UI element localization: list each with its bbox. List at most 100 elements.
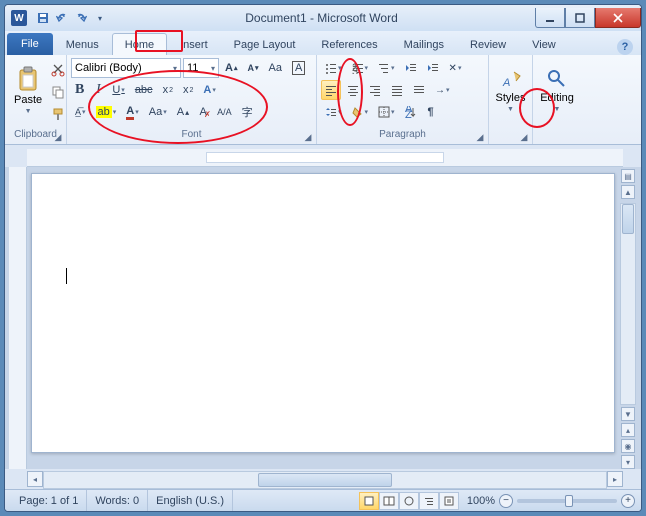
tab-view[interactable]: View bbox=[519, 33, 569, 55]
subscript-button[interactable]: x2 bbox=[159, 80, 177, 100]
zoom-in-button[interactable]: + bbox=[621, 494, 635, 508]
scroll-thumb[interactable] bbox=[622, 204, 634, 234]
italic-button[interactable]: I bbox=[90, 80, 106, 100]
vertical-scrollbar[interactable] bbox=[620, 203, 636, 405]
hscroll-right-button[interactable]: ▸ bbox=[607, 471, 623, 487]
font-family-combo[interactable]: Calibri (Body)▾ bbox=[71, 58, 181, 78]
full-screen-view-button[interactable] bbox=[379, 492, 399, 510]
multilevel-button[interactable]: ▾ bbox=[374, 58, 399, 78]
format-painter-button[interactable] bbox=[47, 104, 69, 124]
scroll-up-button[interactable]: ▲ bbox=[621, 185, 635, 199]
font-launcher[interactable]: ◢ bbox=[302, 131, 314, 143]
qat-more-icon[interactable]: ▾ bbox=[92, 10, 108, 26]
tab-references[interactable]: References bbox=[308, 33, 390, 55]
clear-format-button[interactable]: A✗ bbox=[195, 102, 211, 122]
hscroll-thumb[interactable] bbox=[258, 473, 393, 487]
page[interactable] bbox=[31, 173, 615, 453]
draft-view-button[interactable] bbox=[439, 492, 459, 510]
tab-home[interactable]: Home bbox=[112, 33, 167, 55]
text-effects-button[interactable]: A▾ bbox=[199, 80, 219, 100]
save-icon[interactable] bbox=[35, 10, 51, 26]
decrease-indent-button[interactable] bbox=[401, 58, 421, 78]
numbering-button[interactable]: 123▾ bbox=[348, 58, 373, 78]
increase-indent-button[interactable] bbox=[423, 58, 443, 78]
tabs-button[interactable]: →▾ bbox=[431, 80, 454, 100]
borders-button[interactable]: ▾ bbox=[374, 102, 399, 122]
tab-menus[interactable]: Menus bbox=[53, 33, 112, 55]
zoom-controls: 100% − + bbox=[467, 494, 635, 508]
web-layout-view-button[interactable] bbox=[399, 492, 419, 510]
next-page-button[interactable]: ▾ bbox=[621, 455, 635, 469]
zoom-level[interactable]: 100% bbox=[467, 495, 495, 507]
distribute-button[interactable] bbox=[409, 80, 429, 100]
ruler-toggle-button[interactable]: ▤ bbox=[621, 169, 635, 183]
prev-page-button[interactable]: ▴ bbox=[621, 423, 635, 437]
minimize-button[interactable] bbox=[535, 8, 565, 28]
print-layout-view-button[interactable] bbox=[359, 492, 379, 510]
bold-button[interactable]: B bbox=[71, 80, 88, 100]
zoom-slider[interactable] bbox=[517, 499, 617, 503]
align-right-button[interactable] bbox=[365, 80, 385, 100]
scroll-down-button[interactable]: ▼ bbox=[621, 407, 635, 421]
hscroll-left-button[interactable]: ◂ bbox=[27, 471, 43, 487]
shrink-font-button[interactable]: A▾ bbox=[243, 58, 262, 78]
strike-button[interactable]: abc bbox=[131, 80, 157, 100]
horizontal-scrollbar[interactable] bbox=[43, 471, 607, 489]
vertical-ruler[interactable] bbox=[9, 167, 27, 469]
grow-font-button[interactable]: A▴ bbox=[221, 58, 241, 78]
tab-page-layout[interactable]: Page Layout bbox=[221, 33, 309, 55]
line-spacing-button[interactable]: ▾ bbox=[321, 102, 346, 122]
status-language[interactable]: English (U.S.) bbox=[148, 490, 233, 511]
tab-insert[interactable]: Insert bbox=[167, 33, 221, 55]
group-font: Calibri (Body)▾ 11▾ A▴ A▾ Aa A B I U▾ ab… bbox=[67, 55, 317, 144]
justify-icon bbox=[391, 84, 403, 96]
page-viewport[interactable] bbox=[27, 167, 619, 469]
undo-icon[interactable] bbox=[54, 10, 70, 26]
clipboard-launcher[interactable]: ◢ bbox=[52, 131, 64, 143]
underline-button[interactable]: U▾ bbox=[108, 80, 128, 100]
zoom-slider-thumb[interactable] bbox=[565, 495, 573, 507]
editing-button[interactable]: Editing ▼ bbox=[537, 57, 577, 123]
bullets-button[interactable]: ▾ bbox=[321, 58, 346, 78]
outline-view-button[interactable] bbox=[419, 492, 439, 510]
tab-review[interactable]: Review bbox=[457, 33, 519, 55]
status-words[interactable]: Words: 0 bbox=[87, 490, 148, 511]
redo-icon[interactable] bbox=[73, 10, 89, 26]
copy-button[interactable] bbox=[47, 82, 69, 102]
change-case-button[interactable]: Aa bbox=[264, 58, 285, 78]
align-left-button[interactable] bbox=[321, 80, 341, 100]
styles-button[interactable]: A Styles ▼ bbox=[493, 57, 528, 123]
show-hide-button[interactable]: ¶ bbox=[423, 102, 439, 122]
app-icon: W bbox=[11, 10, 27, 26]
group-label-editing bbox=[537, 129, 577, 144]
superscript-button[interactable]: x2 bbox=[179, 80, 197, 100]
highlight-button[interactable]: ab▾ bbox=[92, 102, 121, 122]
align-center-button[interactable] bbox=[343, 80, 363, 100]
font-color-button[interactable]: A▾ bbox=[122, 102, 142, 122]
char-shading-button[interactable]: Aa▾ bbox=[145, 102, 171, 122]
justify-button[interactable] bbox=[387, 80, 407, 100]
sort-button[interactable]: AZ bbox=[401, 102, 421, 122]
paragraph-launcher[interactable]: ◢ bbox=[474, 131, 486, 143]
phonetic-guide-button[interactable]: A̲̅▾ bbox=[71, 102, 90, 122]
shading-button[interactable]: ▾ bbox=[348, 102, 373, 122]
tab-file[interactable]: File bbox=[7, 33, 53, 55]
close-button[interactable] bbox=[595, 8, 641, 28]
paste-button[interactable]: Paste ▼ bbox=[9, 57, 47, 123]
tab-mailings[interactable]: Mailings bbox=[391, 33, 457, 55]
help-icon[interactable]: ? bbox=[617, 39, 633, 55]
font-size-combo[interactable]: 11▾ bbox=[183, 58, 219, 78]
browse-object-button[interactable]: ◉ bbox=[621, 439, 635, 453]
char-scaling-button[interactable]: A/A bbox=[213, 102, 236, 122]
char-emphasis-button[interactable]: 字 bbox=[238, 102, 257, 122]
status-page[interactable]: Page: 1 of 1 bbox=[11, 490, 87, 511]
find-icon bbox=[546, 68, 568, 90]
maximize-button[interactable] bbox=[565, 8, 595, 28]
horizontal-ruler[interactable] bbox=[27, 149, 623, 167]
styles-launcher[interactable]: ◢ bbox=[518, 131, 530, 143]
enclose-button[interactable]: A▴ bbox=[173, 102, 193, 122]
zoom-out-button[interactable]: − bbox=[499, 494, 513, 508]
cut-button[interactable] bbox=[47, 60, 69, 80]
char-border-button[interactable]: A bbox=[288, 58, 309, 78]
asian-layout-button[interactable]: ✕▾ bbox=[445, 58, 466, 78]
